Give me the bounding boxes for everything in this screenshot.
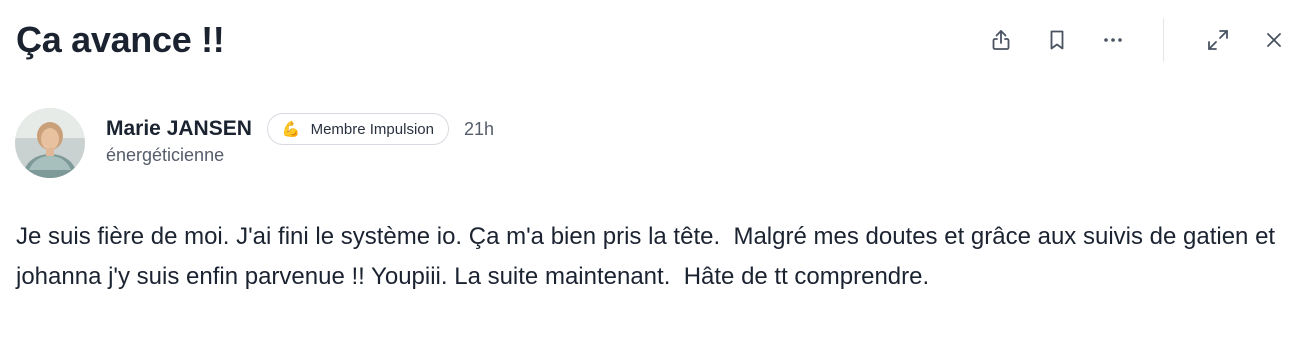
author-name[interactable]: Marie JANSEN bbox=[106, 113, 252, 145]
author-info: Marie JANSEN 💪 Membre Impulsion 21h éner… bbox=[106, 108, 494, 167]
post-modal: Ça avance !! Marie JANSEN 💪 Membre Impul… bbox=[0, 0, 1310, 344]
avatar-image bbox=[15, 108, 85, 178]
bookmark-button[interactable] bbox=[1037, 20, 1077, 60]
author-name-line: Marie JANSEN 💪 Membre Impulsion 21h bbox=[106, 113, 494, 145]
author-role: énergéticienne bbox=[106, 145, 225, 165]
post-toolbar bbox=[981, 18, 1294, 62]
expand-icon bbox=[1208, 30, 1228, 50]
post-timestamp: 21h bbox=[463, 119, 495, 139]
badge-label: Membre Impulsion bbox=[310, 120, 434, 138]
post-title: Ça avance !! bbox=[16, 19, 225, 60]
more-options-button[interactable] bbox=[1093, 20, 1133, 60]
author-row: Marie JANSEN 💪 Membre Impulsion 21h éner… bbox=[15, 108, 494, 178]
close-button[interactable] bbox=[1254, 20, 1294, 60]
more-icon bbox=[1104, 38, 1122, 42]
share-button[interactable] bbox=[981, 20, 1021, 60]
post-body: Je suis fière de moi. J'ai fini le systè… bbox=[16, 223, 1282, 290]
member-badge: 💪 Membre Impulsion bbox=[266, 113, 449, 145]
share-icon bbox=[992, 30, 1010, 50]
close-icon bbox=[1267, 33, 1281, 47]
toolbar-divider bbox=[1163, 18, 1164, 62]
bookmark-icon bbox=[1050, 30, 1064, 50]
avatar[interactable] bbox=[15, 108, 85, 178]
expand-button[interactable] bbox=[1198, 20, 1238, 60]
flexed-biceps-icon: 💪 bbox=[281, 121, 301, 138]
